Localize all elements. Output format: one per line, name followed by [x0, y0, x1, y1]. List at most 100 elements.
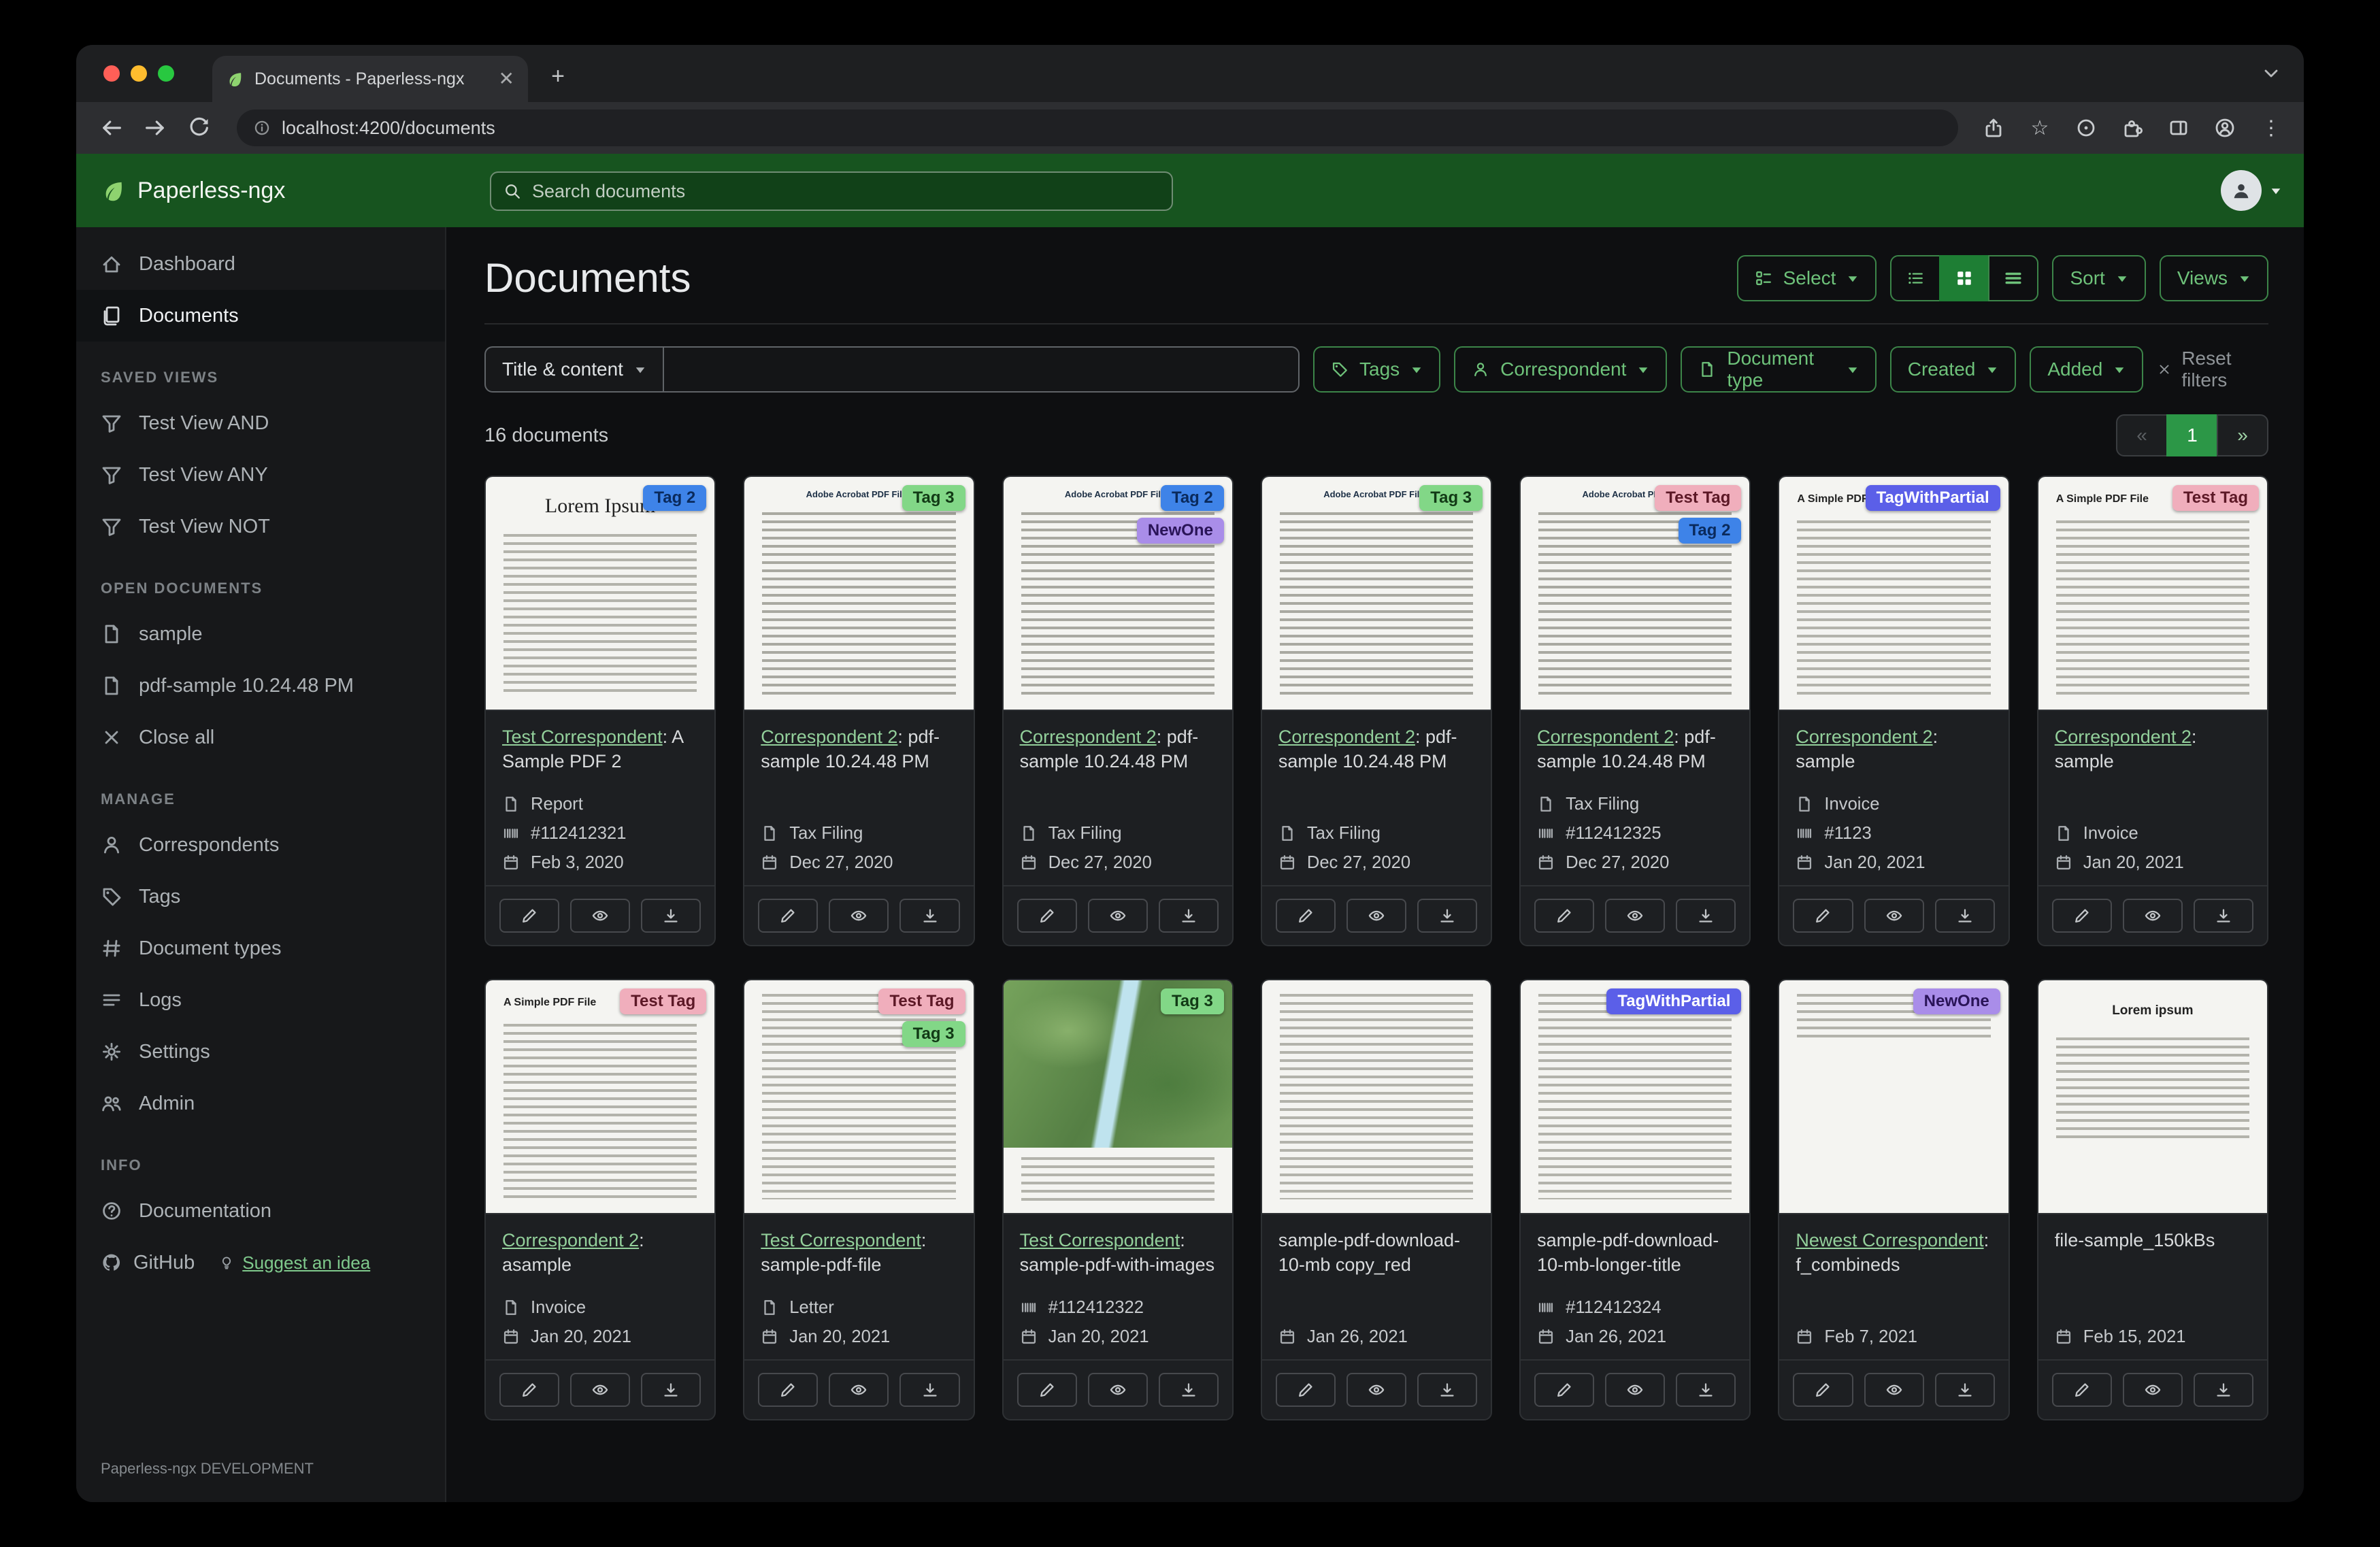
tag-badge[interactable]: Test Tag: [620, 988, 707, 1014]
document-thumbnail[interactable]: A Simple PDF File Test Tag: [486, 980, 715, 1214]
document-type-row[interactable]: Invoice: [1796, 795, 1991, 814]
close-window-button[interactable]: [103, 65, 120, 82]
correspondent-link[interactable]: Correspondent 2: [1020, 727, 1157, 747]
tag-badge[interactable]: TagWithPartial: [1606, 988, 1742, 1014]
correspondent-link[interactable]: Test Correspondent: [502, 727, 663, 747]
list-view-button[interactable]: [1890, 254, 1941, 301]
tag-badge[interactable]: Test Tag: [878, 988, 965, 1014]
correspondent-link[interactable]: Correspondent 2: [1278, 727, 1415, 747]
tag-badge[interactable]: Test Tag: [2172, 485, 2259, 511]
tab-search-chevron-icon[interactable]: [2260, 63, 2282, 84]
new-tab-button[interactable]: +: [542, 60, 574, 93]
bookmark-star-icon[interactable]: ☆: [2023, 109, 2056, 147]
document-thumbnail[interactable]: A Simple PDF File Test Tag: [2038, 477, 2267, 711]
sidebar-item-document-types[interactable]: Document types: [76, 922, 445, 974]
profile-icon[interactable]: [2209, 109, 2241, 147]
edit-button[interactable]: [1793, 1372, 1853, 1407]
download-button[interactable]: [1676, 898, 1736, 933]
download-button[interactable]: [2193, 898, 2253, 933]
browser-badge-icon[interactable]: [2070, 109, 2102, 147]
sidebar-item-correspondents[interactable]: Correspondents: [76, 819, 445, 871]
document-type-row[interactable]: Tax Filing: [1278, 824, 1474, 844]
sidebar-item-tags[interactable]: Tags: [76, 871, 445, 922]
edit-button[interactable]: [2051, 898, 2112, 933]
title-content-input[interactable]: [662, 346, 1300, 393]
correspondent-link[interactable]: Correspondent 2: [1537, 727, 1674, 747]
added-filter-button[interactable]: Added: [2030, 346, 2144, 393]
detail-view-button[interactable]: [1988, 254, 2039, 301]
minimize-window-button[interactable]: [131, 65, 147, 82]
document-type-row[interactable]: Invoice: [2055, 824, 2251, 844]
tag-badge[interactable]: Tag 2: [643, 485, 707, 511]
sidebar-item-admin[interactable]: Admin: [76, 1078, 445, 1129]
edit-button[interactable]: [2051, 1372, 2112, 1407]
document-type-row[interactable]: Tax Filing: [761, 824, 957, 844]
tag-badge[interactable]: Test Tag: [1655, 485, 1742, 511]
document-thumbnail[interactable]: Lorem Ipsum Tag 2: [486, 477, 715, 711]
correspondent-link[interactable]: Correspondent 2: [502, 1230, 639, 1250]
download-button[interactable]: [899, 898, 960, 933]
edit-button[interactable]: [1275, 1372, 1336, 1407]
edit-button[interactable]: [758, 898, 819, 933]
view-button[interactable]: [2122, 898, 2183, 933]
sidebar-item-open-doc-sample[interactable]: sample: [76, 608, 445, 660]
view-button[interactable]: [570, 1372, 631, 1407]
view-button[interactable]: [1605, 898, 1666, 933]
download-button[interactable]: [899, 1372, 960, 1407]
edit-button[interactable]: [1534, 1372, 1595, 1407]
sidebar-item-settings[interactable]: Settings: [76, 1026, 445, 1078]
download-button[interactable]: [1934, 1372, 1995, 1407]
tag-badge[interactable]: Tag 3: [1160, 988, 1224, 1014]
document-type-row[interactable]: Letter: [761, 1298, 957, 1318]
document-type-row[interactable]: Tax Filing: [1020, 824, 1216, 844]
document-thumbnail[interactable]: A Simple PDF File TagWithPartial: [1779, 477, 2009, 711]
sidebar-item-dashboard[interactable]: Dashboard: [76, 238, 445, 290]
search-input[interactable]: [532, 180, 1159, 202]
tag-badge[interactable]: Tag 3: [902, 485, 965, 511]
share-icon[interactable]: [1977, 109, 2010, 147]
view-button[interactable]: [2122, 1372, 2183, 1407]
sidebar-item-saved-view-any[interactable]: Test View ANY: [76, 449, 445, 501]
next-page-button[interactable]: »: [2217, 414, 2268, 456]
tag-badge[interactable]: TagWithPartial: [1865, 485, 2000, 511]
document-thumbnail[interactable]: [1261, 980, 1491, 1214]
view-button[interactable]: [1864, 1372, 1924, 1407]
tab-close-icon[interactable]: ✕: [499, 69, 514, 88]
tag-badge[interactable]: NewOne: [1913, 988, 2000, 1014]
correspondent-link[interactable]: Correspondent 2: [1796, 727, 1932, 747]
edit-button[interactable]: [499, 898, 560, 933]
view-button[interactable]: [1087, 898, 1148, 933]
browser-tab[interactable]: Documents - Paperless-ngx ✕: [212, 56, 528, 102]
zoom-window-button[interactable]: [158, 65, 174, 82]
sidebar-item-documents[interactable]: Documents: [76, 290, 445, 342]
document-type-filter-button[interactable]: Document type: [1681, 346, 1877, 393]
view-button[interactable]: [1605, 1372, 1666, 1407]
document-thumbnail[interactable]: Test Tag Tag 3: [744, 980, 974, 1214]
app-brand[interactable]: Paperless-ngx: [101, 154, 285, 227]
tag-badge[interactable]: NewOne: [1136, 518, 1224, 544]
correspondent-link[interactable]: Test Correspondent: [1020, 1230, 1180, 1250]
view-button[interactable]: [1864, 898, 1924, 933]
view-button[interactable]: [570, 898, 631, 933]
download-button[interactable]: [641, 898, 701, 933]
edit-button[interactable]: [1017, 898, 1077, 933]
download-button[interactable]: [1417, 1372, 1478, 1407]
view-button[interactable]: [829, 1372, 889, 1407]
correspondent-link[interactable]: Newest Correspondent: [1796, 1230, 1983, 1250]
view-button[interactable]: [1087, 1372, 1148, 1407]
document-thumbnail[interactable]: Adobe Acrobat PDF Files Tag 2 NewOne: [1003, 477, 1232, 711]
download-button[interactable]: [1417, 898, 1478, 933]
document-type-row[interactable]: Tax Filing: [1537, 795, 1733, 814]
tag-badge[interactable]: Tag 2: [1678, 518, 1742, 544]
tags-filter-button[interactable]: Tags: [1313, 346, 1441, 393]
document-thumbnail[interactable]: NewOne: [1779, 980, 2009, 1214]
document-thumbnail[interactable]: Tag 3: [1003, 980, 1232, 1214]
sidebar-item-close-all[interactable]: Close all: [76, 712, 445, 763]
tag-badge[interactable]: Tag 3: [902, 1020, 965, 1047]
views-button[interactable]: Views: [2159, 254, 2268, 301]
sidebar-item-saved-view-not[interactable]: Test View NOT: [76, 501, 445, 552]
user-menu[interactable]: [2221, 170, 2282, 211]
back-button[interactable]: [93, 109, 131, 147]
edit-button[interactable]: [1275, 898, 1336, 933]
document-type-row[interactable]: Invoice: [502, 1298, 698, 1318]
